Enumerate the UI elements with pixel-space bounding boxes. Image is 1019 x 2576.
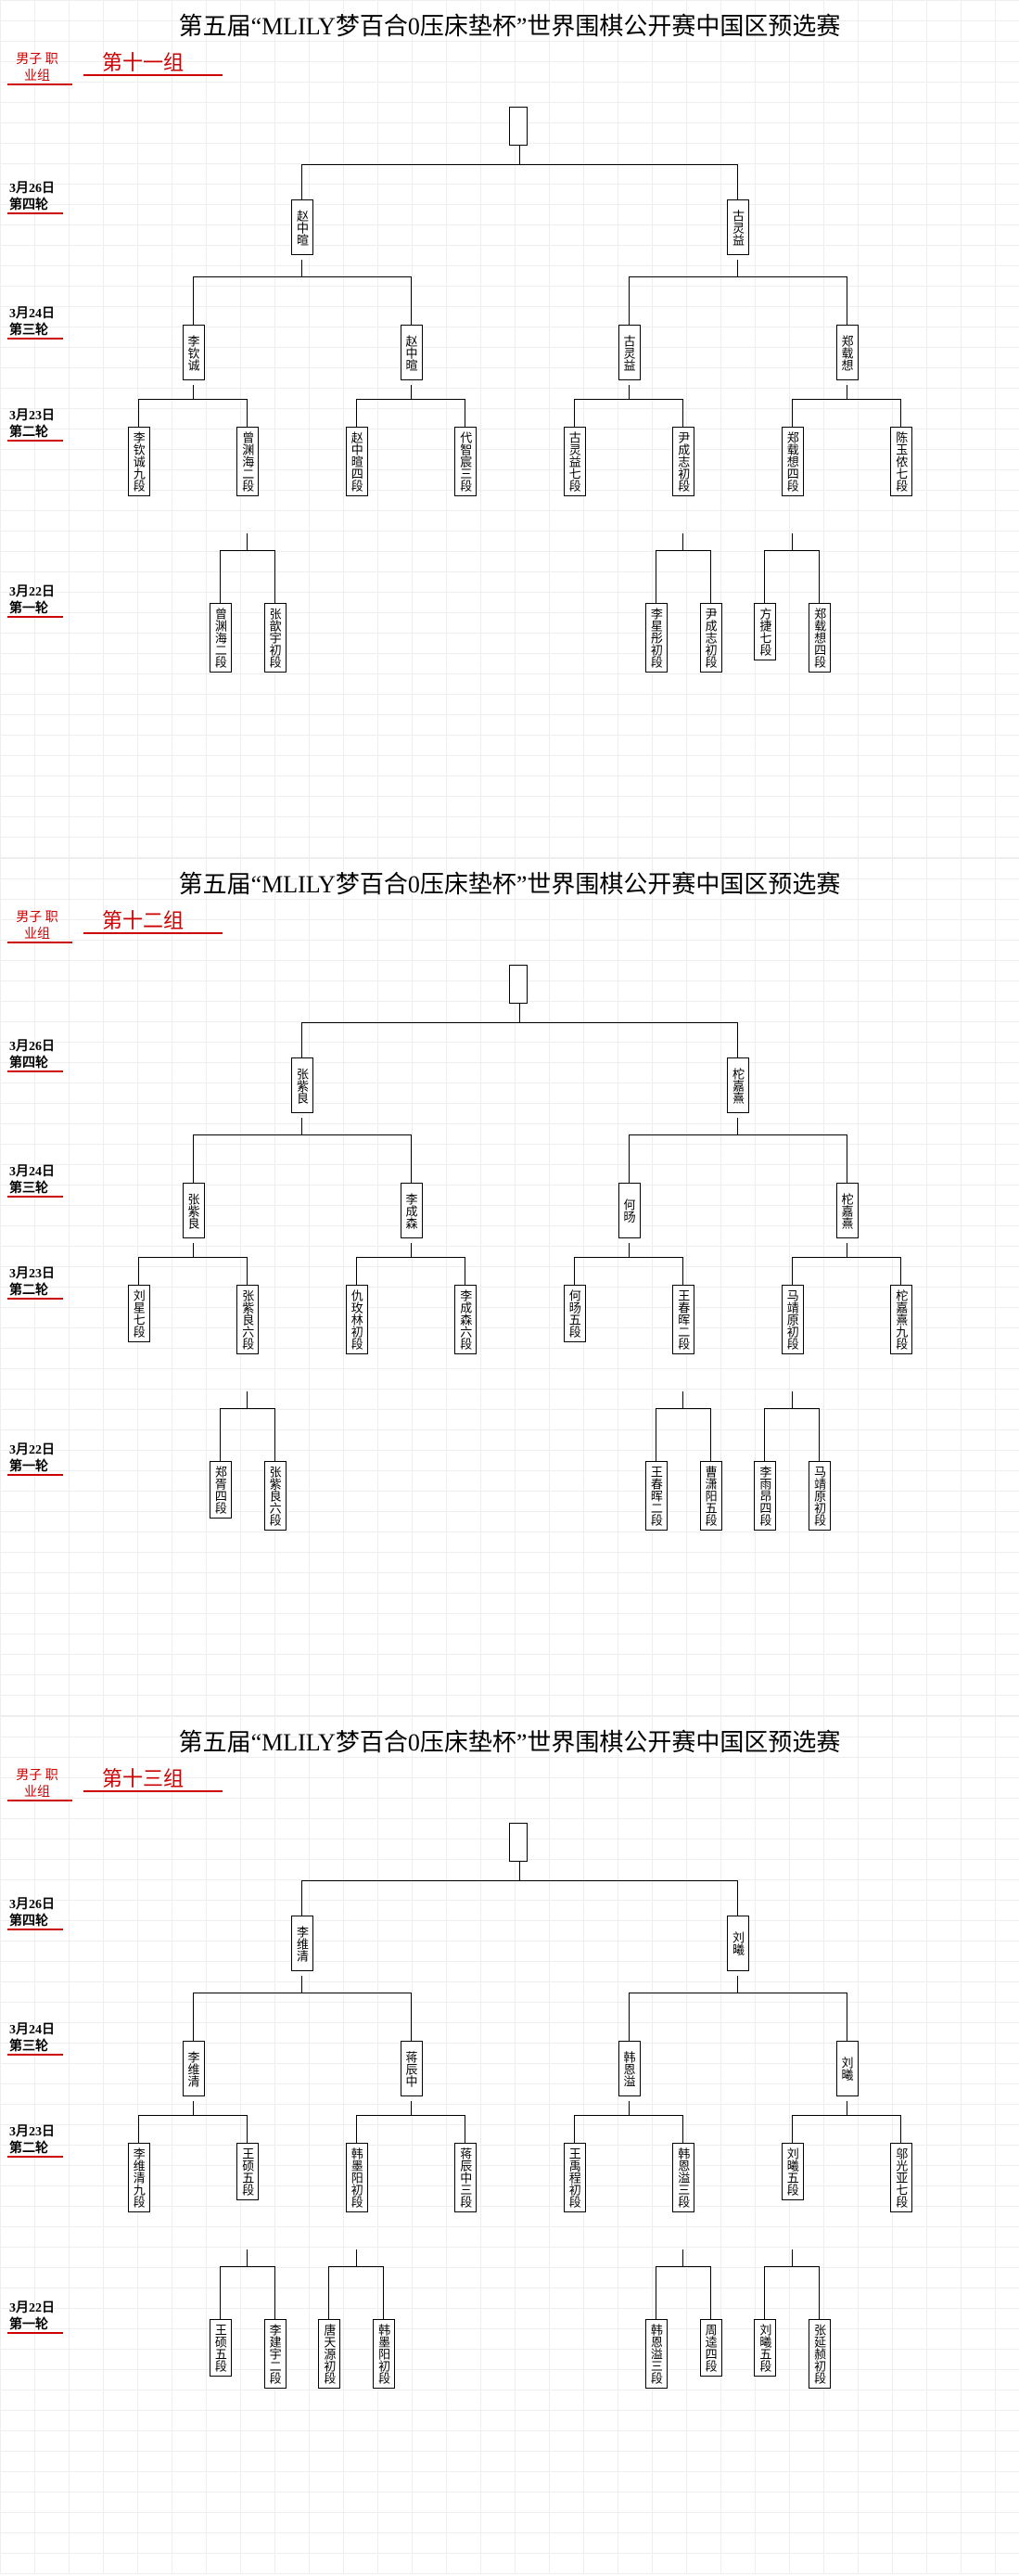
category-label: 男子 职业组	[14, 910, 60, 943]
player-node: 韩墨阳初段	[346, 2143, 368, 2212]
round-label: 3月26日第四轮	[9, 181, 55, 214]
player-node: 张紫良	[183, 1183, 205, 1238]
player-node: 李钦诚	[183, 325, 205, 380]
title: 第五届“MLILY梦百合0压床垫杯”世界围棋公开赛中国区预选赛	[0, 7, 1019, 42]
player-node: 张紫良六段	[236, 1285, 259, 1354]
winner-slot	[509, 107, 528, 146]
player-node: 代智宸三段	[454, 427, 477, 496]
category-label: 男子 职业组	[14, 52, 60, 85]
round-label: 3月22日第一轮	[9, 584, 55, 618]
player-node: 曹潇阳五段	[700, 1461, 722, 1531]
player-node: 刘星七段	[128, 1285, 150, 1342]
round-label: 3月23日第二轮	[9, 2124, 55, 2158]
player-node: 张紫良六段	[264, 1461, 287, 1531]
player-node: 何旸	[618, 1183, 641, 1238]
player-node: 郑胥四段	[210, 1461, 232, 1519]
category-label: 男子 职业组	[14, 1768, 60, 1801]
player-node: 李星彤初段	[645, 603, 668, 673]
player-node: 张紫良	[291, 1057, 313, 1113]
player-node: 李建宇二段	[264, 2319, 287, 2389]
player-node: 韩恩溢三段	[645, 2319, 668, 2389]
round-label: 3月24日第三轮	[9, 2022, 55, 2056]
group-label: 第十一组	[102, 46, 184, 76]
player-node: 尹成志初段	[700, 603, 722, 673]
player-node: 刘曦五段	[782, 2143, 804, 2200]
winner-slot	[509, 965, 528, 1004]
player-node: 蒋辰中	[401, 2041, 423, 2096]
player-node: 韩恩溢三段	[672, 2143, 694, 2212]
player-node: 赵中暄四段	[346, 427, 368, 496]
player-node: 马靖原初段	[809, 1461, 831, 1531]
round-label: 3月23日第二轮	[9, 408, 55, 442]
player-node: 柁嘉熹九段	[890, 1285, 912, 1354]
player-node: 李维清	[183, 2041, 205, 2096]
player-node: 王硕五段	[236, 2143, 259, 2200]
player-node: 刘曦	[727, 1916, 749, 1971]
player-node: 张延赪初段	[809, 2319, 831, 2389]
player-node: 仇玫林初段	[346, 1285, 368, 1354]
player-node: 李维清九段	[128, 2143, 150, 2212]
player-node: 古灵益	[618, 325, 641, 380]
player-node: 马靖原初段	[782, 1285, 804, 1354]
player-node: 郑载想四段	[782, 427, 804, 496]
player-node: 方捷七段	[754, 603, 776, 660]
player-node: 古灵益	[727, 199, 749, 255]
round-label: 3月22日第一轮	[9, 2300, 55, 2334]
player-node: 李钦诚九段	[128, 427, 150, 496]
player-node: 刘曦	[836, 2041, 859, 2096]
player-node: 郑载想四段	[809, 603, 831, 673]
player-node: 刘曦五段	[754, 2319, 776, 2377]
title: 第五届“MLILY梦百合0压床垫杯”世界围棋公开赛中国区预选赛	[0, 865, 1019, 900]
group-label: 第十三组	[102, 1762, 184, 1792]
player-node: 柁嘉熹	[836, 1183, 859, 1238]
player-node: 周逵四段	[700, 2319, 722, 2377]
round-label: 3月23日第二轮	[9, 1266, 55, 1300]
player-node: 王硕五段	[210, 2319, 232, 2377]
player-node: 古灵益七段	[564, 427, 586, 496]
title: 第五届“MLILY梦百合0压床垫杯”世界围棋公开赛中国区预选赛	[0, 1724, 1019, 1758]
player-node: 张歆宇初段	[264, 603, 287, 673]
player-node: 李维清	[291, 1916, 313, 1971]
player-node: 赵中暄	[401, 325, 423, 380]
round-label: 3月22日第一轮	[9, 1442, 55, 1476]
player-node: 何旸五段	[564, 1285, 586, 1342]
player-node: 陈玉侬七段	[890, 427, 912, 496]
player-node: 赵中暄	[291, 199, 313, 255]
player-node: 柁嘉熹	[727, 1057, 749, 1113]
player-node: 郑载想	[836, 325, 859, 380]
round-label: 3月24日第三轮	[9, 1164, 55, 1198]
player-node: 蒋辰中三段	[454, 2143, 477, 2212]
player-node: 李雨昂四段	[754, 1461, 776, 1531]
winner-slot	[509, 1823, 528, 1862]
round-label: 3月26日第四轮	[9, 1897, 55, 1930]
player-node: 李成森	[401, 1183, 423, 1238]
player-node: 韩恩溢	[618, 2041, 641, 2096]
player-node: 尹成志初段	[672, 427, 694, 496]
player-node: 王春晖二段	[645, 1461, 668, 1531]
round-label: 3月24日第三轮	[9, 306, 55, 340]
player-node: 曾渊海二段	[236, 427, 259, 496]
player-node: 王春晖二段	[672, 1285, 694, 1354]
player-node: 韩墨阳初段	[373, 2319, 395, 2389]
player-node: 唐天源初段	[318, 2319, 340, 2389]
player-node: 邬光亚七段	[890, 2143, 912, 2212]
player-node: 王禹程初段	[564, 2143, 586, 2212]
player-node: 曾渊海二段	[210, 603, 232, 673]
player-node: 李成森六段	[454, 1285, 477, 1354]
round-label: 3月26日第四轮	[9, 1039, 55, 1072]
group-label: 第十二组	[102, 904, 184, 934]
